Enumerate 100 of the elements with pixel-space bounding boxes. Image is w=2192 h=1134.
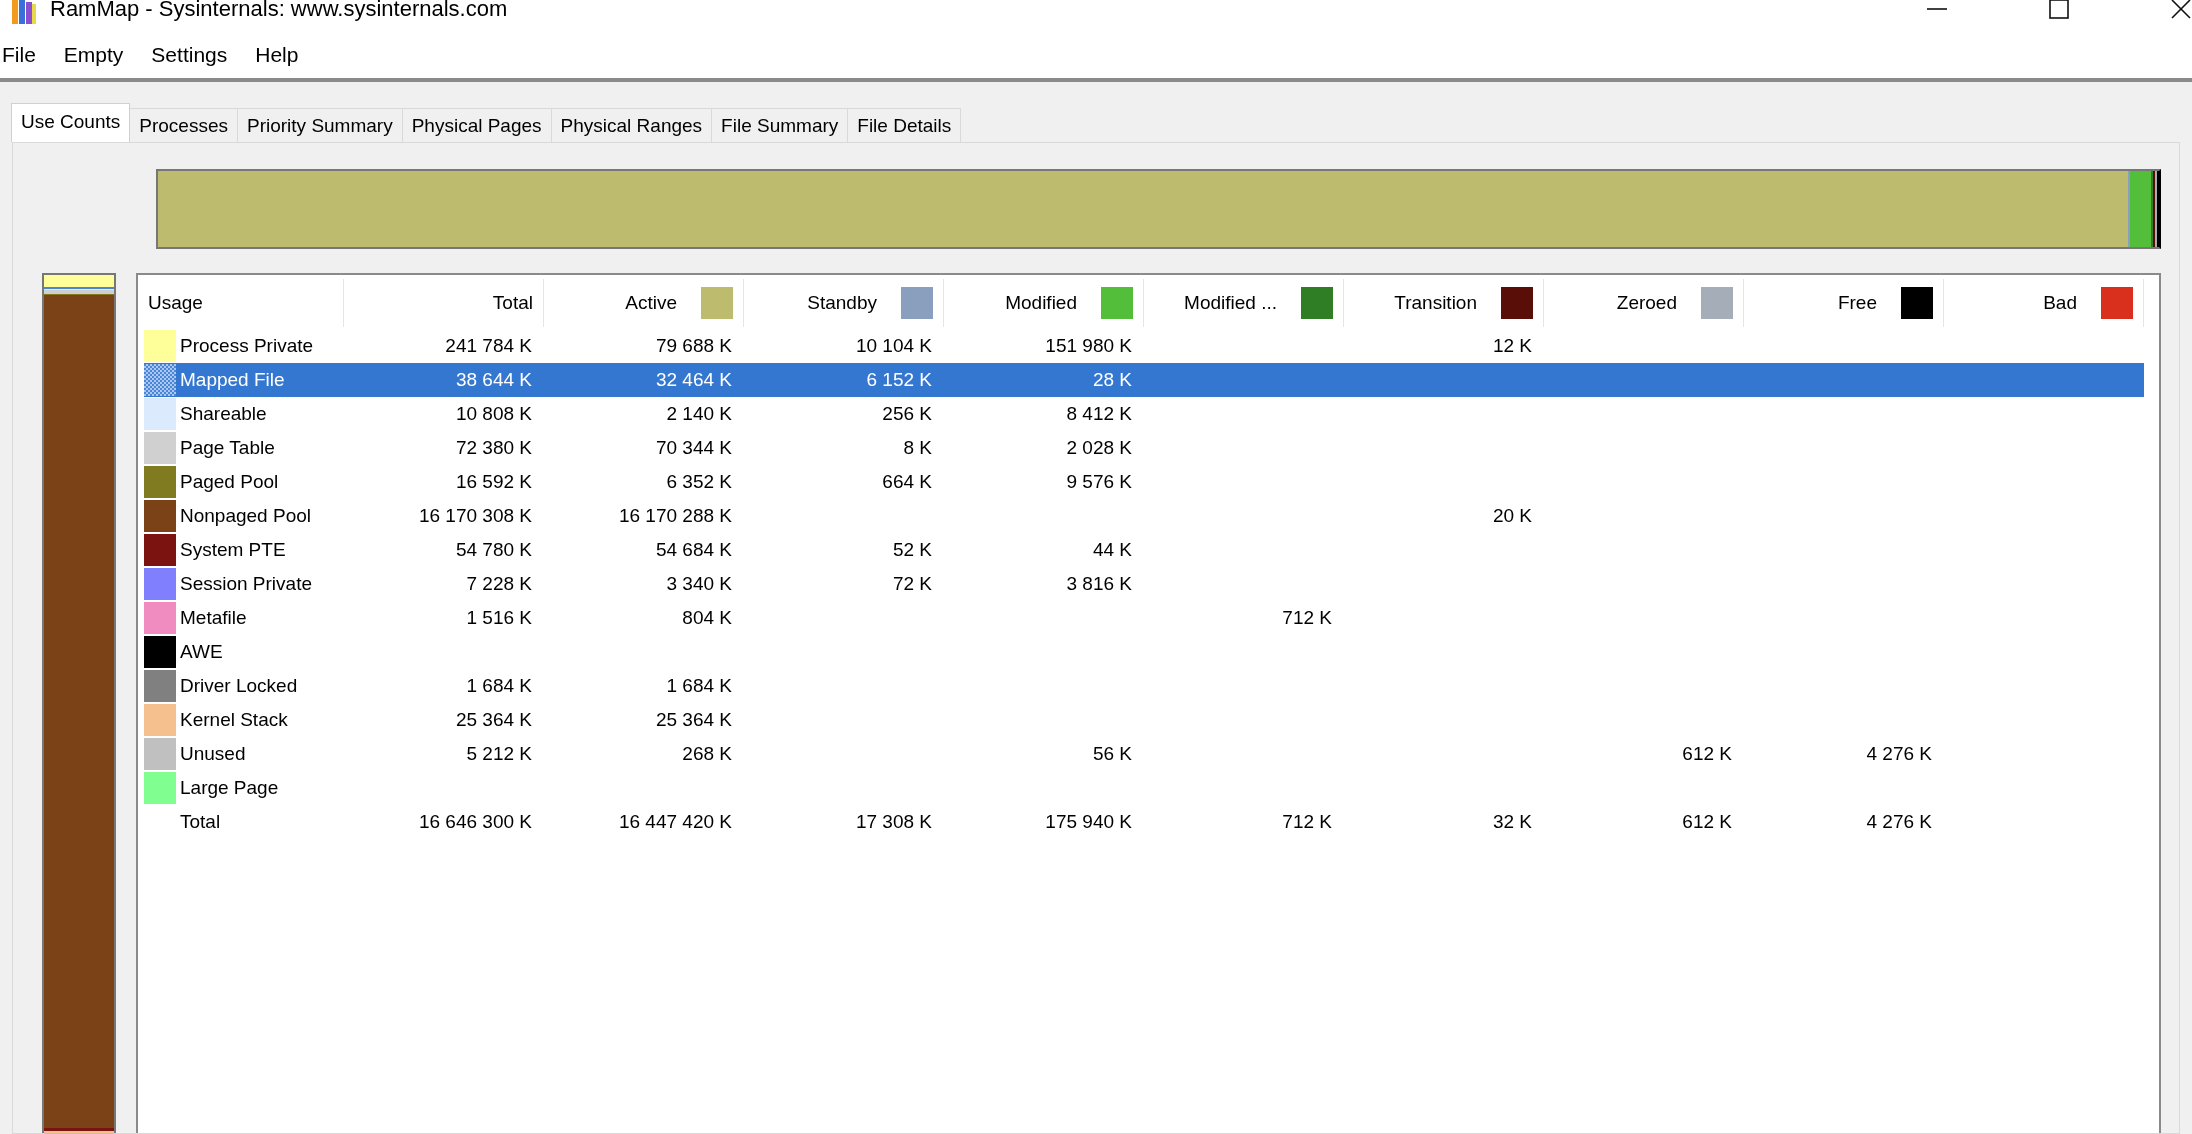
total-label: Total (180, 811, 221, 833)
column-header[interactable]: Modified ... (1144, 279, 1344, 327)
table-cell: 612 K (1682, 811, 1732, 832)
column-header[interactable]: Usage (144, 279, 344, 327)
column-header[interactable]: Modified (944, 279, 1144, 327)
table-cell: 6 352 K (666, 471, 732, 492)
table-cell: 54 684 K (655, 539, 732, 560)
column-header[interactable]: Zeroed (1544, 279, 1744, 327)
table-cell: 17 308 K (855, 811, 932, 832)
menu-item[interactable]: Help (255, 43, 299, 67)
usage-label: Session Private (180, 573, 312, 595)
table-cell: 10 104 K (855, 335, 932, 356)
usage-label: System PTE (180, 539, 286, 561)
menu-item[interactable]: File (2, 43, 36, 67)
usage-label: Shareable (180, 403, 267, 425)
close-icon[interactable] (2170, 0, 2192, 20)
menu-item[interactable]: Empty (63, 43, 124, 67)
usage-label: Paged Pool (180, 471, 279, 493)
table-cell: 12 K (1492, 335, 1532, 356)
table-cell: 5 212 K (466, 743, 532, 764)
table-cell: 72 K (892, 573, 932, 594)
table-row[interactable]: System PTE 54 780 K 54 684 K 52 K 44 K (144, 533, 2144, 567)
table-cell: 16 170 288 K (618, 505, 732, 526)
table-row[interactable]: Shareable 10 808 K 2 140 K 256 K 8 412 K (144, 397, 2144, 431)
window-title: RamMap - Sysinternals: www.sysinternals.com (50, 0, 508, 22)
table-cell: 16 592 K (455, 471, 532, 492)
usage-label: Process Private (180, 335, 314, 357)
column-header[interactable]: Free (1744, 279, 1944, 327)
table-row[interactable]: Metafile 1 516 K 804 K 712 K (144, 601, 2144, 635)
table-cell: 52 K (892, 539, 932, 560)
table-cell: 8 412 K (1066, 403, 1132, 424)
table-row[interactable]: Driver Locked 1 684 K 1 684 K (144, 669, 2144, 703)
table-cell: 612 K (1682, 743, 1732, 764)
table-cell: 32 464 K (655, 369, 732, 390)
table-cell: 56 K (1092, 743, 1132, 764)
table-cell: 25 364 K (655, 709, 732, 730)
table-row[interactable]: Kernel Stack 25 364 K 25 364 K (144, 703, 2144, 737)
table-cell: 70 344 K (655, 437, 732, 458)
table-cell: 6 152 K (866, 369, 932, 390)
table-cell: 7 228 K (466, 573, 532, 594)
usage-label: Kernel Stack (180, 709, 288, 731)
column-header[interactable]: Bad (1944, 279, 2144, 327)
table-cell: 1 516 K (466, 607, 532, 628)
table-cell: 38 644 K (455, 369, 532, 390)
table-row[interactable]: AWE (144, 635, 2144, 669)
table-cell: 20 K (1492, 505, 1532, 526)
table-row[interactable]: Large Page (144, 771, 2144, 805)
table-cell: 712 K (1282, 607, 1332, 628)
table-row[interactable]: Unused 5 212 K 268 K 56 K 612 K 4 276 K (144, 737, 2144, 771)
column-header[interactable]: Standby (744, 279, 944, 327)
usage-label: Nonpaged Pool (180, 505, 311, 527)
table-cell: 2 028 K (1066, 437, 1132, 458)
maximize-icon[interactable] (2048, 0, 2070, 20)
usage-label: Mapped File (180, 369, 285, 391)
table-cell: 16 447 420 K (618, 811, 732, 832)
tab[interactable]: File Details (847, 108, 962, 142)
table-cell: 3 816 K (1066, 573, 1132, 594)
usage-label: Page Table (180, 437, 275, 459)
table-cell: 16 170 308 K (418, 505, 532, 526)
table-row[interactable]: Paged Pool 16 592 K 6 352 K 664 K 9 576 K (144, 465, 2144, 499)
table-row[interactable]: Page Table 72 380 K 70 344 K 8 K 2 028 K (144, 431, 2144, 465)
table-cell: 2 140 K (666, 403, 732, 424)
table-cell: 4 276 K (1866, 743, 1932, 764)
table-cell: 54 780 K (455, 539, 532, 560)
table-cell: 664 K (882, 471, 932, 492)
table-cell: 16 646 300 K (418, 811, 532, 832)
table-cell: 4 276 K (1866, 811, 1932, 832)
table-cell: 804 K (682, 607, 732, 628)
usage-label: Large Page (180, 777, 279, 799)
column-header[interactable]: Active (544, 279, 744, 327)
column-header[interactable]: Transition (1344, 279, 1544, 327)
table-cell: 44 K (1092, 539, 1132, 560)
table-cell: 175 940 K (1045, 811, 1132, 832)
table-row[interactable]: Mapped File 38 644 K 32 464 K 6 152 K 28 K (144, 363, 2144, 397)
table-cell: 32 K (1492, 811, 1532, 832)
usage-label: Driver Locked (180, 675, 298, 697)
table-cell: 9 576 K (1066, 471, 1132, 492)
table-row[interactable]: Process Private 241 784 K 79 688 K 10 104 K 151 980 K 12 K (144, 329, 2144, 363)
usage-label: Metafile (180, 607, 247, 629)
table-cell: 79 688 K (655, 335, 732, 356)
table-row[interactable]: Nonpaged Pool 16 170 308 K 16 170 288 K 20 K (144, 499, 2144, 533)
table-cell: 25 364 K (455, 709, 532, 730)
usage-label: Unused (180, 743, 246, 765)
table-cell: 712 K (1282, 811, 1332, 832)
table-cell: 10 808 K (455, 403, 532, 424)
table-cell: 151 980 K (1045, 335, 1132, 356)
table-row[interactable]: Session Private 7 228 K 3 340 K 72 K 3 816 K (144, 567, 2144, 601)
column-header[interactable]: Total (344, 279, 544, 327)
table-cell: 256 K (882, 403, 932, 424)
table-cell: 3 340 K (666, 573, 732, 594)
table-cell: 241 784 K (445, 335, 532, 356)
tab[interactable]: Use Counts (11, 103, 131, 142)
table-cell: 72 380 K (455, 437, 532, 458)
table-cell: 268 K (682, 743, 732, 764)
table-cell: 8 K (903, 437, 932, 458)
table-cell: 1 684 K (466, 675, 532, 696)
menu-item[interactable]: Settings (151, 43, 228, 67)
app-icon (12, 0, 36, 24)
table-cell: 28 K (1092, 369, 1132, 390)
usage-label: AWE (180, 641, 223, 663)
